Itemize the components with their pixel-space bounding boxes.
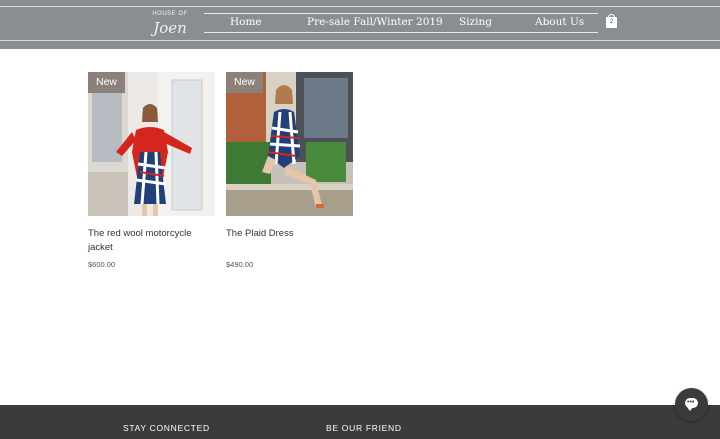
header-rule-top [0,6,720,7]
product-card[interactable]: New The red wool motorcycle jacket $600.… [88,72,215,269]
nav-item-sizing[interactable]: Sizing [459,16,492,28]
product-image[interactable]: New [88,72,215,216]
logo-top-text: House of [152,11,188,17]
product-name[interactable]: The red wool motorcycle jacket [88,227,215,255]
product-photo-jacket [88,72,215,216]
nav-item-presale[interactable]: Pre-sale Fall/Winter 2019 [307,16,443,28]
chat-dots: ••• [687,399,695,406]
chat-bubble-tail [687,407,693,411]
product-photo-dress [226,72,353,216]
chat-bubble-icon[interactable]: ••• [675,388,708,421]
main-nav: Home Pre-sale Fall/Winter 2019 Sizing Ab… [204,13,598,33]
product-price: $490.00 [226,260,254,269]
nav-rule-top [204,13,598,14]
footer-heading-stay-connected: STAY CONNECTED [123,423,210,433]
nav-rule-bottom [204,32,598,33]
footer-heading-be-our-friend: BE OUR FRIEND [326,423,402,433]
new-badge: New [226,72,263,93]
logo-script-text: Joen [153,19,187,37]
nav-item-about[interactable]: About Us [535,16,584,28]
nav-item-home[interactable]: Home [230,16,262,28]
product-image[interactable]: New [226,72,353,216]
cart-count: 2 [609,19,614,25]
site-logo[interactable]: House of Joen [150,8,190,44]
site-footer: STAY CONNECTED BE OUR FRIEND [0,405,720,439]
product-name[interactable]: The Plaid Dress [226,227,353,241]
product-price: $600.00 [88,260,116,269]
shopping-bag-icon[interactable]: 2 [606,14,617,28]
product-card[interactable]: New The Plaid Dress $490.00 [226,72,353,269]
header-rule-bottom [0,40,720,41]
new-badge: New [88,72,125,93]
site-header: House of Joen Home Pre-sale Fall/Winter … [0,0,720,49]
